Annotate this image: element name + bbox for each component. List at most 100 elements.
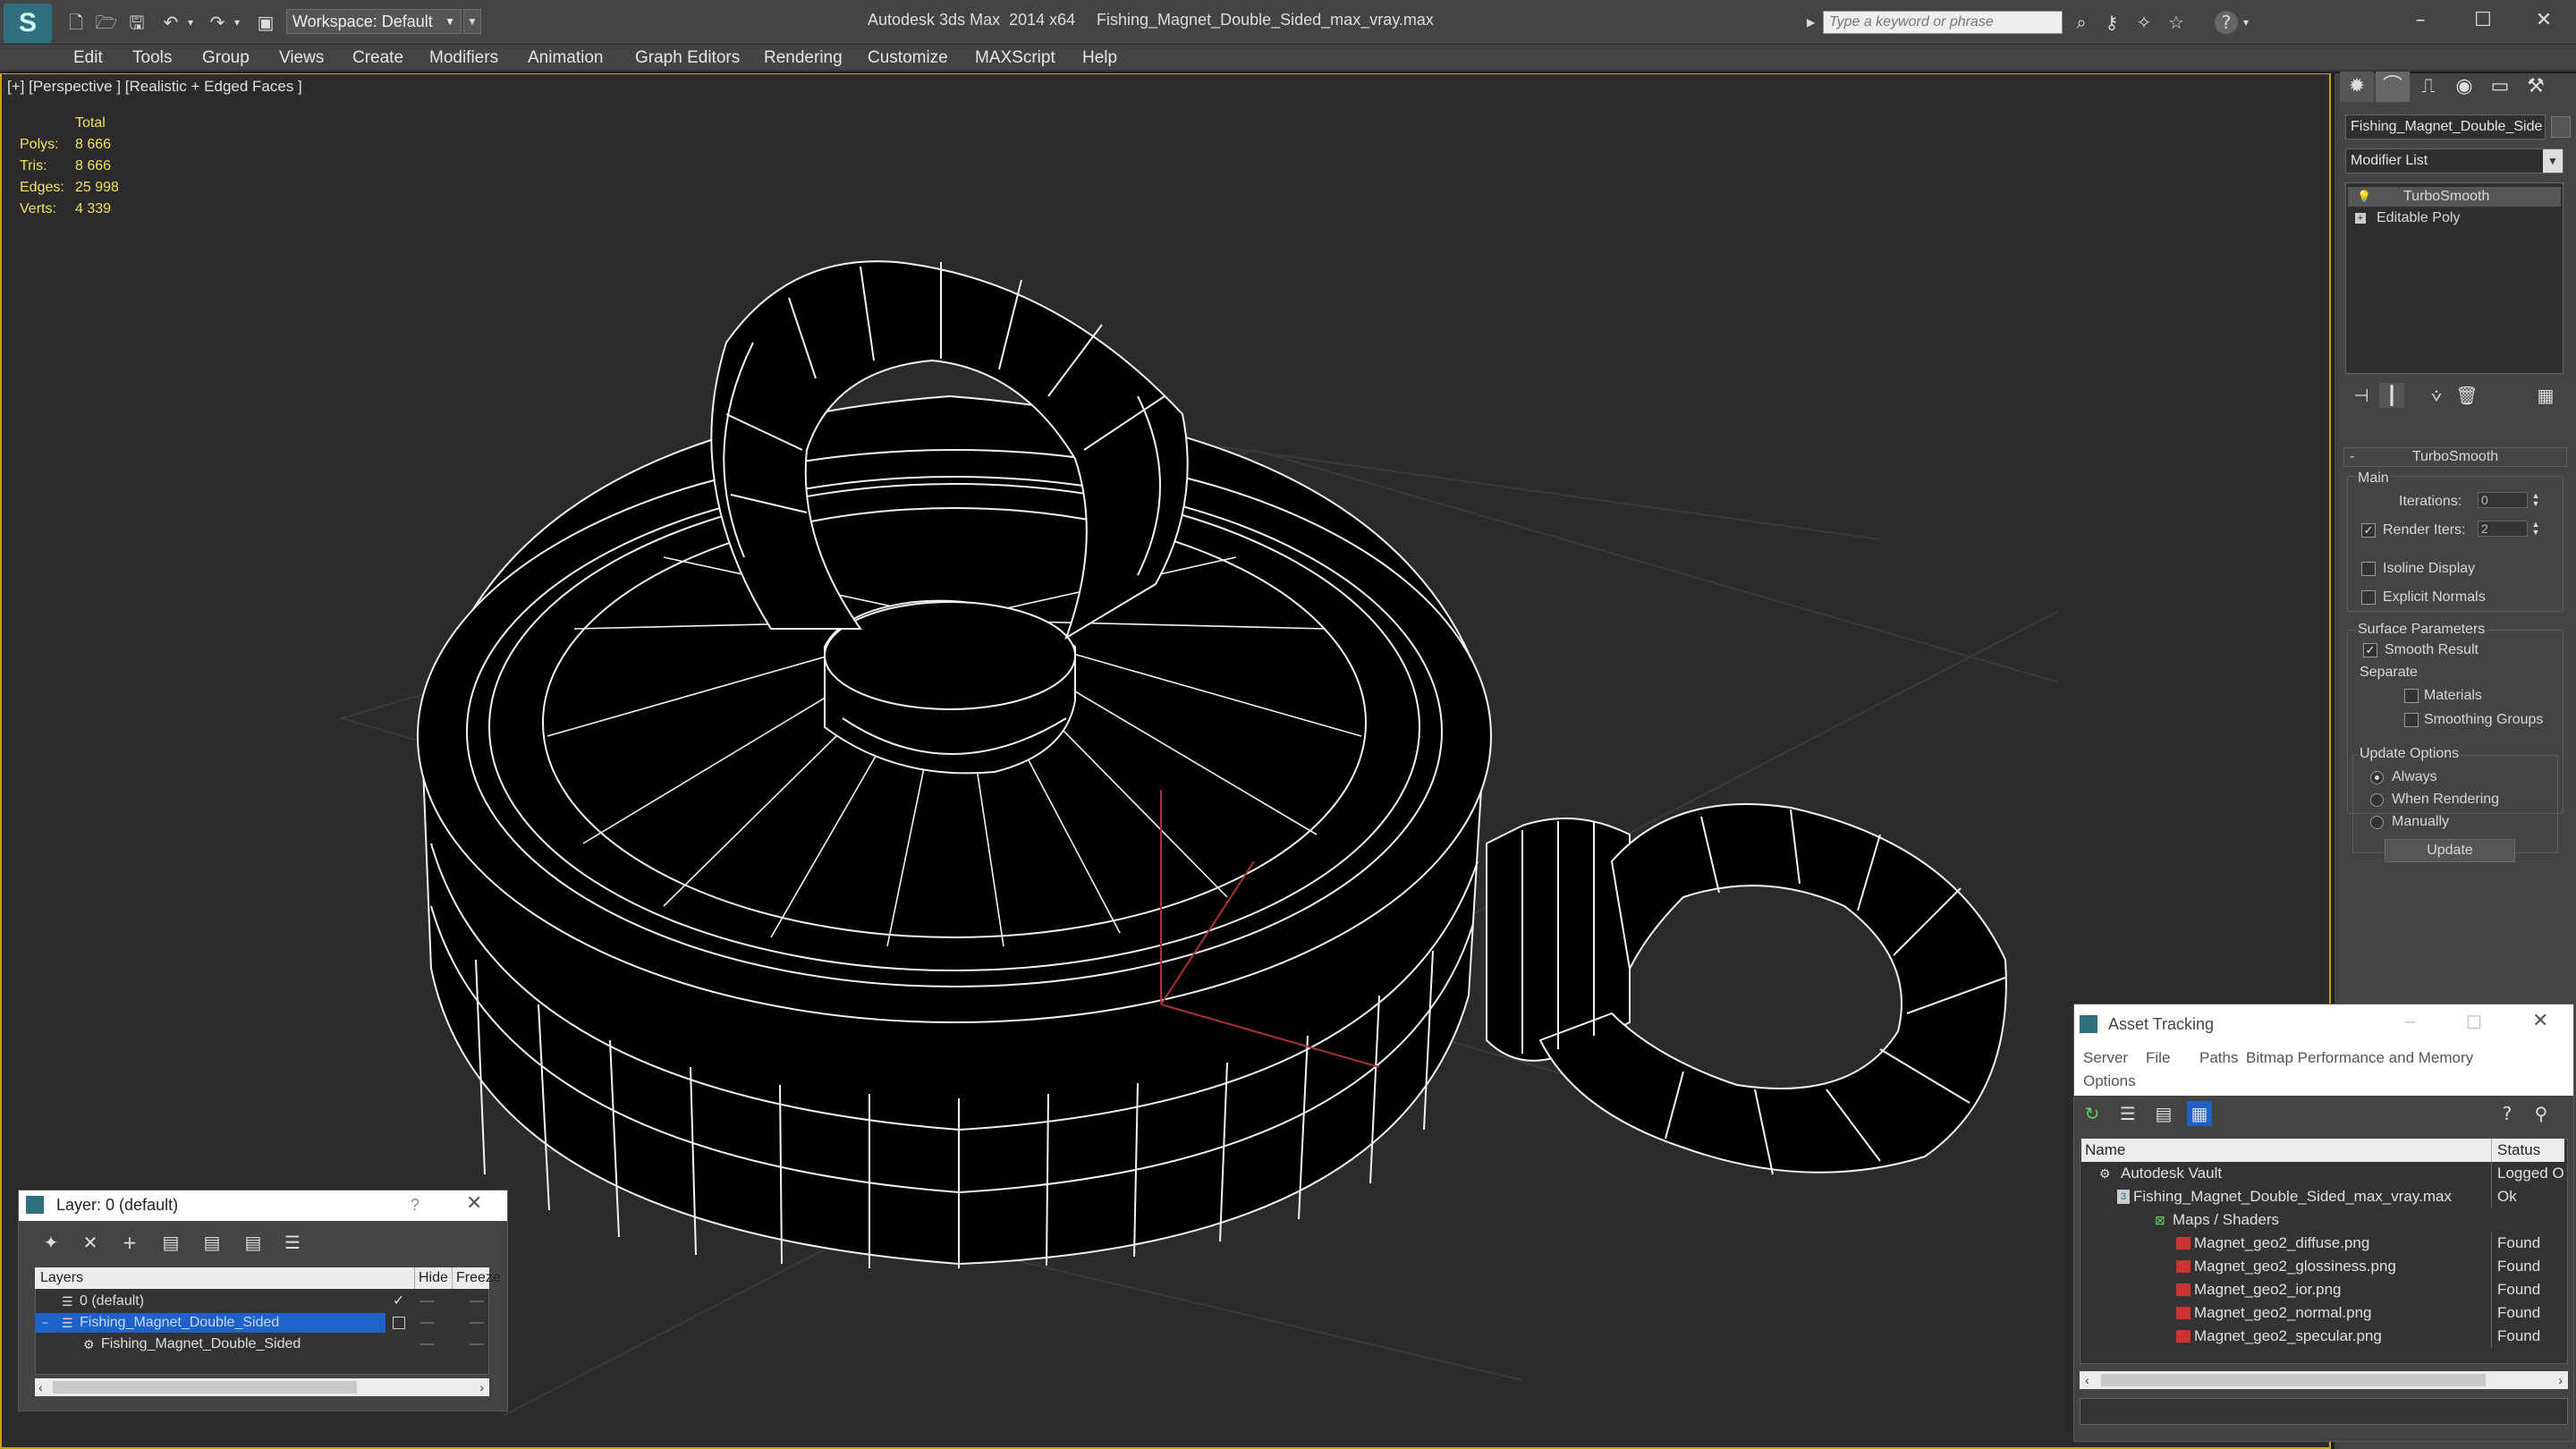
pin-icon[interactable]: ⚲	[2529, 1101, 2554, 1126]
col-hide[interactable]: Hide	[414, 1267, 448, 1289]
asset-row-maps-folder[interactable]: ⊠ Maps / Shaders	[2081, 1208, 2564, 1232]
key-icon[interactable]: ⚷	[2100, 11, 2123, 34]
lightbulb-icon[interactable]: 💡	[2357, 187, 2371, 207]
save-icon[interactable]: 🖫	[125, 11, 148, 34]
asset-window-titlebar[interactable]: Asset Tracking – ☐ ✕	[2074, 1004, 2573, 1044]
asset-row-map[interactable]: Magnet_geo2_normal.png Found	[2081, 1301, 2564, 1325]
menu-rendering[interactable]: Rendering	[764, 45, 843, 72]
display-tab-icon[interactable]: ▭	[2483, 72, 2517, 102]
col-freeze[interactable]: Freeze	[452, 1267, 501, 1289]
create-layer-icon[interactable]: ✦	[38, 1230, 64, 1255]
hide-toggle[interactable]: —	[419, 1312, 434, 1334]
menu-paths[interactable]: Paths	[2199, 1049, 2238, 1067]
menu-edit[interactable]: Edit	[73, 45, 103, 72]
menu-file[interactable]: File	[2146, 1049, 2170, 1067]
set-current-box[interactable]	[393, 1317, 405, 1329]
asset-row-map[interactable]: Magnet_geo2_glossiness.png Found	[2081, 1255, 2564, 1278]
minimize-icon[interactable]: –	[2405, 1012, 2415, 1032]
minimize-button[interactable]: –	[2402, 5, 2438, 36]
turbosmooth-rollout-header[interactable]: - TurboSmooth	[2343, 447, 2567, 467]
show-end-result-icon[interactable]: ┃	[2379, 383, 2404, 408]
menu-help[interactable]: Help	[1082, 45, 1117, 72]
utilities-tab-icon[interactable]: ⚒	[2519, 72, 2553, 102]
materials-checkbox[interactable]	[2404, 689, 2419, 703]
col-status[interactable]: Status	[2491, 1139, 2564, 1162]
remove-modifier-icon[interactable]: 🗑	[2454, 383, 2479, 408]
binoculars-icon[interactable]: ⌕	[2070, 11, 2093, 34]
search-input[interactable]: Type a keyword or phrase	[1823, 11, 2063, 34]
when-rendering-radio[interactable]	[2370, 793, 2384, 807]
freeze-toggle[interactable]: —	[470, 1291, 484, 1312]
object-name-field[interactable]: Fishing_Magnet_Double_Side	[2345, 114, 2546, 140]
help-dropdown-icon[interactable]: ▾	[2240, 11, 2252, 34]
modifier-list-dropdown[interactable]: Modifier List ▼	[2345, 148, 2563, 174]
help-icon[interactable]: ?	[411, 1196, 419, 1215]
scroll-thumb[interactable]	[53, 1381, 357, 1394]
explicit-normals-checkbox[interactable]	[2361, 590, 2376, 605]
make-unique-icon[interactable]: ⩒	[2424, 383, 2449, 408]
undo-icon[interactable]: ↶	[159, 11, 182, 34]
new-file-icon[interactable]: 🗋	[64, 11, 88, 34]
scroll-left-icon[interactable]: ‹	[2085, 1371, 2089, 1389]
asset-row-map[interactable]: Magnet_geo2_ior.png Found	[2081, 1278, 2564, 1301]
hide-toggle[interactable]: —	[419, 1291, 434, 1312]
update-button[interactable]: Update	[2385, 839, 2515, 862]
hierarchy-tab-icon[interactable]: ⎍	[2411, 72, 2445, 102]
open-file-icon[interactable]: 🗁	[95, 11, 118, 34]
object-color-swatch[interactable]	[2551, 116, 2571, 138]
freeze-toggle[interactable]: —	[470, 1312, 484, 1334]
asset-row-vault[interactable]: ⚙ Autodesk Vault Logged Ou	[2081, 1162, 2564, 1185]
communication-center-icon[interactable]: ✧	[2132, 11, 2156, 34]
close-icon[interactable]: ✕	[2532, 1010, 2548, 1032]
spinner-arrows-icon[interactable]: ▲ ▼	[2529, 521, 2542, 537]
refresh-icon[interactable]: ↻	[2080, 1101, 2105, 1126]
always-radio[interactable]	[2370, 771, 2384, 784]
detail-view-icon[interactable]: ▤	[2151, 1101, 2176, 1126]
smoothing-groups-checkbox[interactable]	[2404, 713, 2419, 727]
pin-stack-icon[interactable]: ⊣	[2349, 383, 2374, 408]
menu-server[interactable]: Server	[2083, 1049, 2128, 1067]
menu-animation[interactable]: Animation	[528, 45, 604, 72]
isoline-display-checkbox[interactable]	[2361, 562, 2376, 576]
asset-row-map[interactable]: Magnet_geo2_specular.png Found	[2081, 1325, 2564, 1348]
smooth-result-checkbox[interactable]: ✓	[2363, 643, 2377, 657]
spinner-arrows-icon[interactable]: ▲ ▼	[2529, 492, 2542, 508]
menu-maxscript[interactable]: MAXScript	[975, 45, 1055, 72]
favorites-star-icon[interactable]: ☆	[2165, 11, 2188, 34]
render-iters-spinner[interactable]: 2	[2478, 521, 2528, 537]
asset-row-scene-file[interactable]: 3 Fishing_Magnet_Double_Sided_max_vray.m…	[2081, 1185, 2564, 1208]
delete-layer-icon[interactable]: ✕	[78, 1230, 103, 1255]
menu-options[interactable]: Options	[2083, 1072, 2136, 1090]
select-in-layer-icon[interactable]: ▤	[158, 1230, 183, 1255]
horizontal-scrollbar[interactable]: ‹ ›	[35, 1378, 489, 1396]
modify-tab-icon[interactable]: ⌒	[2376, 72, 2410, 102]
scroll-thumb[interactable]	[2101, 1374, 2486, 1386]
highlight-layer-icon[interactable]: ▤	[199, 1230, 225, 1255]
help-icon[interactable]: ?	[2495, 1101, 2520, 1126]
motion-tab-icon[interactable]: ◉	[2447, 72, 2481, 102]
menu-views[interactable]: Views	[279, 45, 324, 72]
iterations-spinner[interactable]: 0	[2478, 492, 2528, 508]
menu-graph-editors[interactable]: Graph Editors	[635, 45, 740, 72]
render-iters-checkbox[interactable]: ✓	[2361, 523, 2376, 538]
layer-row[interactable]: ☰ 0 (default) ✓ — —	[35, 1291, 489, 1312]
redo-icon[interactable]: ↷	[206, 11, 229, 34]
object-row[interactable]: ⚙ Fishing_Magnet_Double_Sided — —	[35, 1334, 489, 1355]
project-folder-icon[interactable]: ▣	[254, 11, 277, 34]
layer-row-selected[interactable]: − ☰ Fishing_Magnet_Double_Sided — —	[35, 1312, 489, 1334]
asset-path-field[interactable]	[2080, 1398, 2568, 1425]
configure-modifier-sets-icon[interactable]: ▦	[2533, 383, 2558, 408]
workspace-select[interactable]: Workspace: Default ▼	[286, 9, 462, 34]
scroll-left-icon[interactable]: ‹	[38, 1378, 43, 1396]
list-view-icon[interactable]: ☰	[2115, 1101, 2140, 1126]
scroll-right-icon[interactable]: ›	[2558, 1371, 2563, 1389]
menu-modifiers[interactable]: Modifiers	[429, 45, 498, 72]
maximize-button[interactable]: ☐	[2465, 5, 2501, 36]
horizontal-scrollbar[interactable]: ‹ ›	[2080, 1371, 2568, 1389]
menu-customize[interactable]: Customize	[868, 45, 948, 72]
create-tab-icon[interactable]: ✹	[2340, 72, 2374, 102]
menu-tools[interactable]: Tools	[132, 45, 172, 72]
stack-item-turbosmooth[interactable]: 💡 TurboSmooth	[2348, 187, 2561, 207]
expand-plus-icon[interactable]: +	[2355, 213, 2366, 224]
menu-bitmap-performance[interactable]: Bitmap Performance and Memory	[2246, 1049, 2473, 1067]
